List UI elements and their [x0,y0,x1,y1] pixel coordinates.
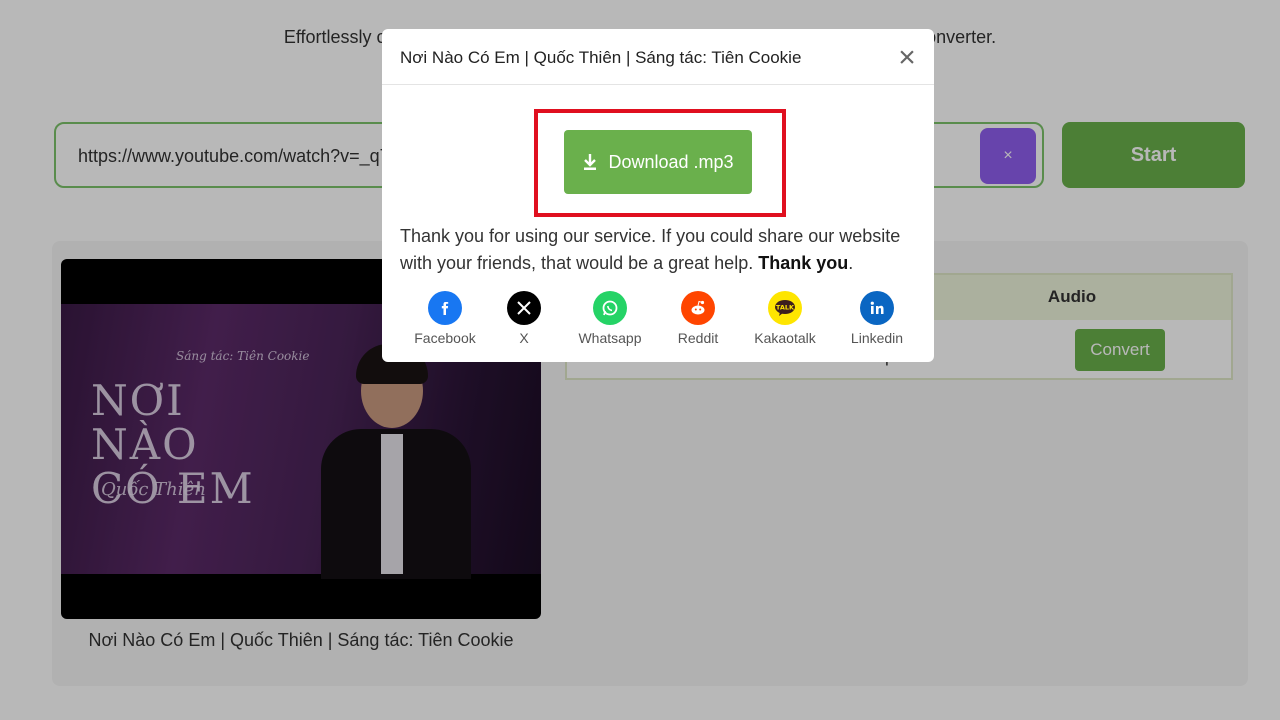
download-icon [584,154,597,170]
x-icon [507,291,541,325]
share-x[interactable]: X [479,291,569,351]
kakaotalk-icon: TALK [768,291,802,325]
thanks-message: Thank you for using our service. If you … [400,226,901,273]
download-modal: Nơi Nào Có Em | Quốc Thiên | Sáng tác: T… [382,29,934,362]
linkedin-icon [860,291,894,325]
whatsapp-icon [593,291,627,325]
share-linkedin[interactable]: Linkedin [832,291,922,351]
modal-header: Nơi Nào Có Em | Quốc Thiên | Sáng tác: T… [382,29,934,85]
share-kakaotalk[interactable]: TALK Kakaotalk [740,291,830,351]
svg-text:TALK: TALK [776,304,795,312]
download-mp3-button[interactable]: Download .mp3 [564,130,752,194]
thanks-bold: Thank you [758,253,849,273]
share-reddit[interactable]: Reddit [653,291,743,351]
share-row: Facebook X Whatsapp Reddit TALK Kakaotal… [400,291,920,351]
reddit-icon [681,291,715,325]
download-label: Download .mp3 [608,151,734,172]
modal-title: Nơi Nào Có Em | Quốc Thiên | Sáng tác: T… [400,48,802,67]
share-whatsapp[interactable]: Whatsapp [565,291,655,351]
facebook-icon [428,291,462,325]
share-facebook[interactable]: Facebook [400,291,490,351]
close-icon[interactable]: × [894,43,920,73]
